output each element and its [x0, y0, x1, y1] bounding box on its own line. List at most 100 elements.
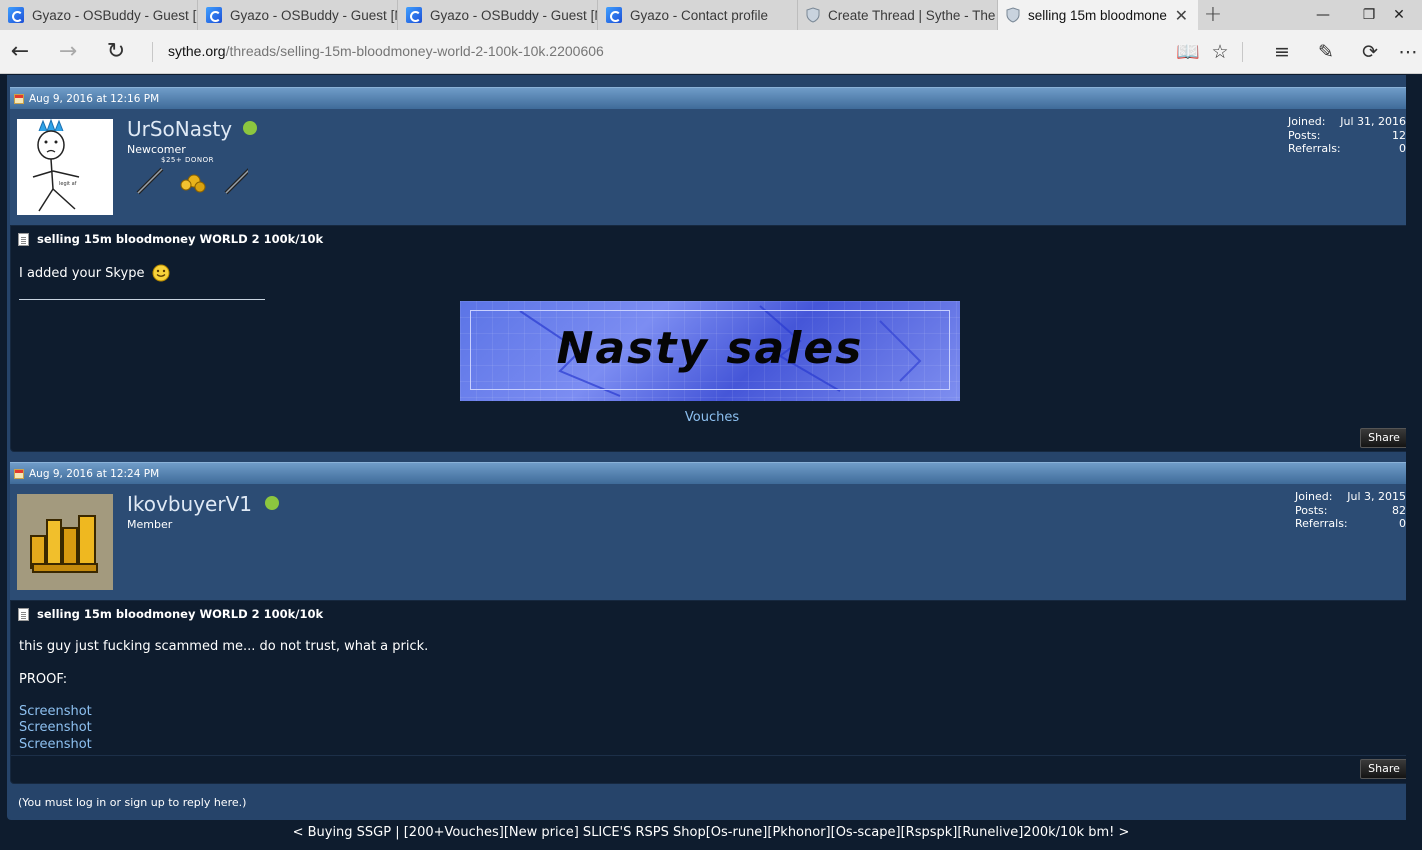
- post-message: I added your Skype: [19, 264, 170, 282]
- document-icon: [18, 607, 29, 621]
- more-icon[interactable]: ⋯: [1396, 40, 1420, 64]
- gyazo-icon: [406, 7, 422, 23]
- screenshot-link[interactable]: Screenshot: [19, 737, 92, 752]
- share-icon[interactable]: ⟳: [1358, 40, 1382, 64]
- username[interactable]: IkovbuyerV1: [127, 492, 252, 516]
- favorite-star-icon[interactable]: ☆: [1208, 40, 1232, 64]
- rank-badges-icon: [136, 167, 248, 195]
- user-rank: Member: [127, 518, 173, 531]
- avatar[interactable]: legit af: [17, 119, 113, 215]
- referrals-label: Referrals:: [1295, 517, 1348, 530]
- url-host: sythe.org: [168, 43, 226, 59]
- tab-gyazo-1[interactable]: Gyazo - OSBuddy - Guest [M: [0, 0, 198, 30]
- post-date: Aug 9, 2016 at 12:16 PM: [29, 92, 160, 105]
- tab-title: Gyazo - OSBuddy - Guest [M: [32, 7, 197, 23]
- post-body: selling 15m bloodmoney WORLD 2 100k/10k …: [10, 225, 1414, 452]
- share-button[interactable]: Share: [1360, 428, 1408, 448]
- tab-title: selling 15m bloodmone: [1028, 7, 1167, 23]
- joined-date: Jul 31, 2016: [1340, 115, 1406, 128]
- refresh-icon[interactable]: ↻: [102, 38, 130, 66]
- post-icon: [14, 468, 24, 479]
- share-button[interactable]: Share: [1360, 759, 1408, 779]
- joined-label: Joined:: [1295, 490, 1333, 503]
- svg-text:legit af: legit af: [59, 181, 77, 187]
- page-content: Aug 9, 2016 at 12:16 PM legit af UrSoNas…: [0, 75, 1422, 850]
- close-window-button[interactable]: ✕: [1376, 0, 1422, 30]
- smiley-icon: [152, 264, 170, 282]
- signature-divider: [19, 299, 265, 300]
- vouches-row: Vouches: [11, 406, 1413, 425]
- post-title-text: selling 15m bloodmoney WORLD 2 100k/10k: [37, 607, 324, 621]
- shield-icon: [1006, 7, 1020, 23]
- post-header: Aug 9, 2016 at 12:16 PM: [10, 87, 1414, 109]
- screenshot-link[interactable]: Screenshot: [19, 720, 92, 735]
- reading-view-icon[interactable]: 📖: [1176, 40, 1200, 64]
- posts-label: Posts:: [1288, 128, 1321, 142]
- message-text: this guy just fucking scammed me... do n…: [19, 639, 429, 654]
- post-header: Aug 9, 2016 at 12:24 PM: [10, 462, 1414, 484]
- url-field[interactable]: sythe.org/threads/selling-15m-bloodmoney…: [168, 43, 604, 59]
- proof-label: PROOF:: [19, 672, 68, 687]
- back-arrow-icon[interactable]: ←: [6, 38, 34, 66]
- hub-icon[interactable]: ≡: [1270, 40, 1294, 64]
- thread-container: Aug 9, 2016 at 12:16 PM legit af UrSoNas…: [7, 75, 1417, 820]
- document-icon: [18, 232, 29, 246]
- minimize-button[interactable]: —: [1300, 0, 1346, 30]
- tab-create-thread[interactable]: Create Thread | Sythe - The: [798, 0, 998, 30]
- divider: [152, 42, 153, 62]
- referral-count: 0: [1399, 142, 1406, 155]
- web-note-icon[interactable]: ✎: [1314, 40, 1338, 64]
- gyazo-icon: [8, 7, 24, 23]
- scrollbar[interactable]: [1406, 75, 1422, 850]
- screenshot-link[interactable]: Screenshot: [19, 704, 92, 719]
- gyazo-icon: [606, 7, 622, 23]
- joined-date: Jul 3, 2015: [1347, 490, 1406, 503]
- post-count: 12: [1392, 128, 1406, 142]
- url-path: /threads/selling-15m-bloodmoney-world-2-…: [225, 43, 604, 59]
- post-icon: [14, 93, 24, 104]
- referrals-label: Referrals:: [1288, 142, 1341, 155]
- post-body: selling 15m bloodmoney WORLD 2 100k/10k …: [10, 600, 1414, 784]
- tab-gyazo-4[interactable]: Gyazo - Contact profile: [598, 0, 798, 30]
- user-rank: Newcomer: [127, 143, 186, 156]
- tab-bar: Gyazo - OSBuddy - Guest [M Gyazo - OSBud…: [0, 0, 1422, 30]
- forward-arrow-icon[interactable]: →: [54, 38, 82, 66]
- post-title-text: selling 15m bloodmoney WORLD 2 100k/10k: [37, 232, 324, 246]
- user-info-block: legit af UrSoNasty Newcomer $25+ DONOR J…: [10, 109, 1414, 225]
- tab-title: Create Thread | Sythe - The: [828, 7, 996, 23]
- online-status-icon: [243, 121, 257, 135]
- post-title: selling 15m bloodmoney WORLD 2 100k/10k: [18, 607, 323, 621]
- online-status-icon: [265, 496, 279, 510]
- new-tab-button[interactable]: +: [1200, 2, 1226, 27]
- tab-active-thread[interactable]: selling 15m bloodmone ✕: [998, 0, 1198, 30]
- signature-banner: Nasty sales: [460, 301, 960, 401]
- referral-count: 0: [1399, 517, 1406, 530]
- thread-navigation[interactable]: < Buying SSGP | [200+Vouches][New price]…: [0, 825, 1422, 840]
- divider: [1242, 42, 1243, 62]
- address-bar: ← → ↻ sythe.org/threads/selling-15m-bloo…: [0, 30, 1422, 74]
- post-date: Aug 9, 2016 at 12:24 PM: [29, 467, 160, 480]
- user-stats: Joined: Jul 3, 2015 Posts: 82 Referrals: 0: [1295, 490, 1406, 531]
- gyazo-icon: [206, 7, 222, 23]
- shield-icon: [806, 7, 820, 23]
- avatar[interactable]: [17, 494, 113, 590]
- tab-gyazo-2[interactable]: Gyazo - OSBuddy - Guest [M: [198, 0, 398, 30]
- post-count: 82: [1392, 503, 1406, 517]
- tab-title: Gyazo - OSBuddy - Guest [M: [430, 7, 597, 23]
- reply-note: (You must log in or sign up to reply her…: [18, 796, 247, 809]
- tab-title: Gyazo - OSBuddy - Guest [M: [230, 7, 397, 23]
- user-info-block: IkovbuyerV1 Member Joined: Jul 3, 2015 Po…: [10, 484, 1414, 600]
- donor-badge-label: $25+ DONOR: [161, 156, 214, 164]
- banner-title: Nasty sales: [556, 323, 864, 374]
- divider: [11, 755, 1413, 756]
- tab-gyazo-3[interactable]: Gyazo - OSBuddy - Guest [M: [398, 0, 598, 30]
- post-title: selling 15m bloodmoney WORLD 2 100k/10k: [18, 232, 323, 246]
- tab-title: Gyazo - Contact profile: [630, 7, 769, 23]
- posts-label: Posts:: [1295, 503, 1328, 517]
- username[interactable]: UrSoNasty: [127, 117, 232, 141]
- user-stats: Joined: Jul 31, 2016 Posts: 12 Referrals: 0: [1288, 115, 1406, 156]
- joined-label: Joined:: [1288, 115, 1326, 128]
- vouches-link[interactable]: Vouches: [685, 410, 739, 425]
- message-text: I added your Skype: [19, 265, 145, 281]
- close-icon[interactable]: ✕: [1175, 6, 1188, 26]
